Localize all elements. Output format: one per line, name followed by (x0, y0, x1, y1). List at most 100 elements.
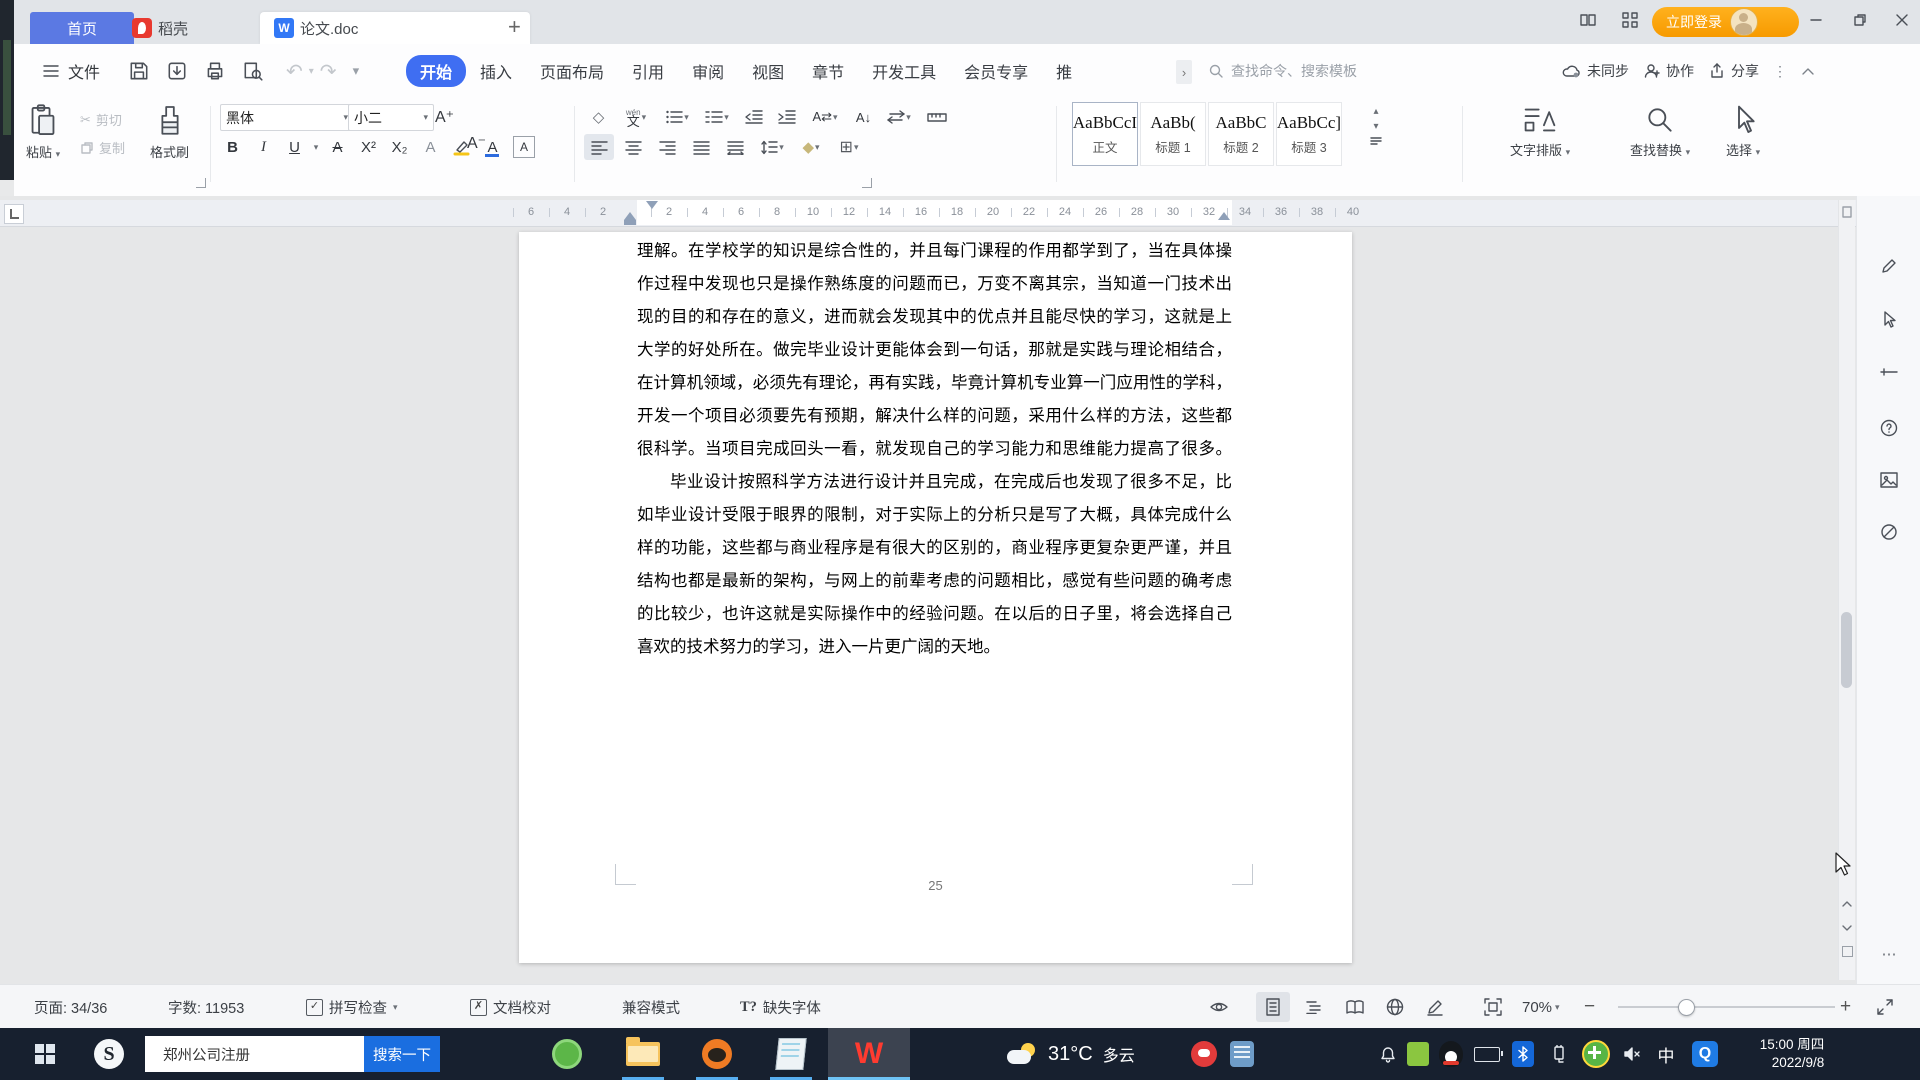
align-center-button[interactable] (618, 134, 648, 160)
taskbar-shredder-icon[interactable] (1222, 1028, 1262, 1080)
tray-ime-indicator[interactable]: 中 (1650, 1028, 1682, 1080)
styles-pane-icon[interactable] (1370, 136, 1382, 146)
print-button[interactable] (204, 60, 226, 82)
ribbon-tab[interactable]: 推 (1042, 55, 1080, 87)
command-search[interactable]: 查找命令、搜索模板 (1208, 57, 1438, 85)
close-button[interactable] (1880, 0, 1920, 40)
ribbon-tab[interactable]: 审阅 (678, 55, 738, 87)
fit-page-button[interactable] (1476, 985, 1510, 1029)
tray-volume-icon[interactable] (1616, 1028, 1648, 1080)
tray-security-shield-icon[interactable] (1580, 1028, 1612, 1080)
first-line-indent-marker[interactable] (646, 201, 658, 209)
font-color-button[interactable]: A (478, 134, 507, 160)
previous-page-icon[interactable] (1842, 900, 1852, 908)
more-tools-icon[interactable]: ⋯ (1871, 936, 1907, 972)
paragraph-dialog-launcher-icon[interactable] (862, 178, 872, 188)
page-view-toggle[interactable] (1256, 985, 1290, 1029)
tray-qq-icon[interactable] (1436, 1028, 1466, 1080)
toolbar-more-icon[interactable]: ▾ (353, 63, 360, 79)
taskbar-search-box[interactable]: 郑州公司注册 搜索一下 (145, 1036, 440, 1072)
char-border-button[interactable]: A (513, 136, 535, 158)
align-left-button[interactable] (584, 134, 614, 160)
superscript-button[interactable]: X² (354, 134, 383, 160)
tray-battery-icon[interactable] (1470, 1028, 1504, 1080)
taskbar-browser-icon[interactable] (542, 1028, 592, 1080)
zoom-slider-track[interactable] (1618, 1006, 1835, 1008)
eraser-icon[interactable]: ◇ (584, 104, 613, 130)
taskbar-explorer-icon[interactable] (618, 1028, 668, 1080)
proofread-button[interactable]: ✗ 文档校对 (470, 985, 551, 1029)
login-button[interactable]: 立即登录 (1652, 7, 1799, 37)
highlight-button[interactable] (447, 134, 476, 160)
outline-view-toggle[interactable] (1298, 985, 1332, 1029)
align-right-button[interactable] (652, 134, 682, 160)
right-indent-marker[interactable] (1218, 212, 1230, 220)
text-direction-button[interactable]: ▾ (882, 104, 916, 130)
scrollbar-thumb[interactable] (1841, 612, 1852, 688)
phonetic-guide-button[interactable]: wén 文 ▾ (617, 104, 655, 130)
taskbar-search-button[interactable]: 搜索一下 (364, 1036, 440, 1072)
copy-button[interactable]: 复制 (80, 138, 125, 157)
eye-protection-toggle[interactable] (1202, 985, 1236, 1029)
taskbar-ie-icon[interactable] (472, 1028, 522, 1080)
help-icon[interactable] (1871, 410, 1907, 446)
undo-button[interactable]: ↶ (286, 59, 303, 84)
sort-button[interactable]: A↓ (849, 104, 878, 130)
taskbar-clock[interactable]: 15:00 周四 2022/9/8 (1736, 1028, 1848, 1080)
page-indicator[interactable]: 页面: 34/36 (34, 985, 107, 1029)
increase-indent-button[interactable] (772, 104, 801, 130)
font-name-combo[interactable]: 黑体 ▾ (220, 104, 354, 131)
print-preview-button[interactable] (242, 60, 264, 82)
image-tool-icon[interactable] (1871, 462, 1907, 498)
line-spacing-button[interactable]: ▾ (754, 134, 790, 160)
fullscreen-button[interactable] (1876, 985, 1894, 1029)
format-painter-button[interactable]: 格式刷 (150, 104, 189, 161)
left-indent-marker[interactable] (624, 220, 636, 225)
seal-tool-icon[interactable] (1871, 514, 1907, 550)
ribbon-tab[interactable]: 页面布局 (526, 55, 618, 87)
style-preset[interactable]: AaBbCc] 标题 3 (1276, 102, 1342, 166)
char-scale-button[interactable]: A⇄ ▾ (805, 104, 845, 130)
ribbon-tab[interactable]: 插入 (466, 55, 526, 87)
taskbar-cat-app-icon[interactable] (692, 1028, 742, 1080)
collaborate-button[interactable]: 协作 (1643, 61, 1694, 81)
file-menu[interactable]: 文件 (28, 44, 100, 98)
taskbar-red-app-icon[interactable] (1184, 1028, 1224, 1080)
clear-format-button[interactable]: A (416, 134, 445, 160)
word-count[interactable]: 字数: 11953 (168, 985, 244, 1029)
zoom-level[interactable]: 70% ▾ (1522, 985, 1560, 1029)
weather-widget[interactable]: 31°C 多云 (1048, 1028, 1135, 1080)
decrease-indent-button[interactable] (739, 104, 768, 130)
ribbon-tab[interactable]: 开始 (406, 55, 467, 87)
style-preset[interactable]: AaBbC 标题 2 (1208, 102, 1274, 166)
bold-button[interactable]: B (218, 134, 247, 160)
spell-check-toggle[interactable]: ✓ 拼写检查 ▾ (306, 985, 398, 1029)
paste-button[interactable]: 粘贴 ▾ (26, 104, 60, 161)
app-grid-icon[interactable] (1608, 0, 1652, 40)
new-tab-button[interactable]: + (508, 14, 521, 40)
text-layout-button[interactable]: 文字排版 ▾ (1510, 104, 1570, 159)
tray-bluetooth-icon[interactable] (1508, 1028, 1538, 1080)
ribbon-tab[interactable]: 章节 (798, 55, 858, 87)
ribbon-tab[interactable]: 开发工具 (858, 55, 950, 87)
scrollbar-top-icon[interactable] (1842, 206, 1852, 218)
tray-green-doc-icon[interactable] (1404, 1028, 1432, 1080)
taskbar-notepad-icon[interactable] (766, 1028, 816, 1080)
undo-dropdown-icon[interactable]: ▾ (309, 66, 314, 77)
pen-annotate-icon[interactable] (1871, 248, 1907, 284)
italic-button[interactable]: I (249, 134, 278, 160)
numbered-list-button[interactable]: ▾ (699, 104, 735, 130)
next-page-icon[interactable] (1842, 924, 1852, 932)
zoom-out-button[interactable]: − (1584, 985, 1595, 1029)
tab-document[interactable]: 论文.doc (260, 12, 530, 44)
split-layout-icon[interactable] (1566, 0, 1610, 40)
find-replace-button[interactable]: 查找替换 ▾ (1630, 104, 1690, 159)
note-line-icon[interactable] (1871, 354, 1907, 390)
underline-dropdown-icon[interactable]: ▾ (311, 134, 321, 160)
minimize-button[interactable] (1794, 0, 1838, 40)
taskbar-360-icon[interactable] (86, 1028, 132, 1080)
weather-icon[interactable] (1000, 1028, 1044, 1080)
style-preset[interactable]: AaBbCcI 正文 (1072, 102, 1138, 166)
tray-notification-bell-icon[interactable] (1374, 1028, 1402, 1080)
restore-button[interactable] (1838, 0, 1882, 40)
